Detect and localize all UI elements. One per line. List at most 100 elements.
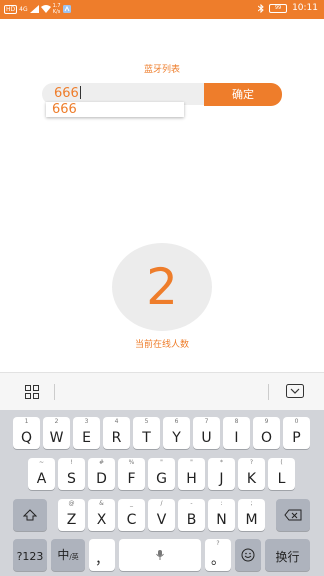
confirm-button[interactable]: 确定 <box>204 83 282 106</box>
keyboard-toolbar <box>0 372 324 411</box>
key-char: U <box>201 430 212 446</box>
keyboard-collapse-icon[interactable] <box>286 384 304 398</box>
key-j[interactable]: * J <box>208 458 235 490</box>
key-char: Y <box>172 430 181 446</box>
key-char: V <box>156 512 167 528</box>
speed-unit: K/s <box>52 9 61 15</box>
emoji-key[interactable] <box>235 539 261 571</box>
enter-key[interactable]: 换行 <box>265 539 310 571</box>
soft-keyboard: 1Q2W3E4R5T6Y7U8I9O0P ~ A! S # D% F " G " H * J? K(L … <box>0 410 324 576</box>
key-s[interactable]: ! S <box>58 458 85 490</box>
key-secondary-char: # <box>98 459 105 466</box>
online-count-label: 当前在线人数 <box>134 340 189 350</box>
key-v[interactable]: / V <box>148 499 175 531</box>
key-n[interactable]: :N <box>208 499 235 531</box>
key-e[interactable]: 3E <box>73 417 100 449</box>
numbers-key-label: ?123 <box>16 550 44 563</box>
key-char: E <box>82 430 91 446</box>
key-secondary-char: 3 <box>84 418 89 425</box>
key-secondary-char: 1 <box>24 418 29 425</box>
key-l[interactable]: (L <box>268 458 295 490</box>
bluetooth-icon <box>258 3 264 13</box>
language-key[interactable]: 中/英 <box>51 539 85 571</box>
emoji-icon <box>241 548 255 562</box>
key-secondary-char: * <box>220 459 223 466</box>
key-d[interactable]: # D <box>88 458 115 490</box>
comma-key-label: ， <box>95 552 109 568</box>
key-char: P <box>292 430 301 446</box>
toolbar-divider <box>268 384 269 400</box>
comma-key[interactable]: ， <box>89 539 115 571</box>
key-secondary-char: " <box>190 459 193 466</box>
key-secondary-char: ; <box>250 500 253 507</box>
key-secondary-char: 8 <box>234 418 239 425</box>
period-key-label: 。 <box>211 552 225 568</box>
network-speed: 1.7 K/s <box>53 3 61 15</box>
key-x[interactable]: & X <box>88 499 115 531</box>
key-char: G <box>156 471 167 487</box>
lang-en: /英 <box>69 553 79 561</box>
key-secondary-char: ? <box>249 459 254 466</box>
key-char: Q <box>20 430 33 446</box>
status-bar: HD 4G 1.7 K/s 99 10:11 <box>0 0 324 19</box>
key-u[interactable]: 7U <box>193 417 220 449</box>
shift-key[interactable] <box>13 499 47 531</box>
key-secondary-char: : <box>220 500 223 507</box>
key-char: K <box>246 471 257 487</box>
key-char: D <box>96 471 107 487</box>
lang-cn: 中 <box>57 548 70 562</box>
key-o[interactable]: 9O <box>253 417 280 449</box>
key-char: X <box>96 512 107 528</box>
key-k[interactable]: ? K <box>238 458 265 490</box>
toolbar-divider <box>54 384 55 400</box>
key-y[interactable]: 6Y <box>163 417 190 449</box>
key-z[interactable]: @ Z <box>58 499 85 531</box>
shift-icon <box>22 509 38 521</box>
key-secondary-char: @ <box>68 500 75 507</box>
key-w[interactable]: 2W <box>43 417 70 449</box>
signal-label: 4G <box>19 5 28 13</box>
key-g[interactable]: " G <box>148 458 175 490</box>
key-q[interactable]: 1Q <box>13 417 40 449</box>
key-secondary-char: 4 <box>114 418 119 425</box>
key-t[interactable]: 5T <box>133 417 160 449</box>
key-char: J <box>219 471 224 487</box>
key-c[interactable]: _ C <box>118 499 145 531</box>
key-f[interactable]: % F <box>118 458 145 490</box>
key-char: F <box>127 471 136 487</box>
key-secondary-char: ( <box>280 459 283 466</box>
key-r[interactable]: 4R <box>103 417 130 449</box>
key-char: W <box>49 430 64 446</box>
key-b[interactable]: -B <box>178 499 205 531</box>
backspace-key[interactable] <box>276 499 310 531</box>
key-p[interactable]: 0P <box>283 417 310 449</box>
key-secondary-char: 2 <box>54 418 59 425</box>
key-secondary-char: " <box>160 459 163 466</box>
numbers-key[interactable]: ?123 <box>13 539 47 571</box>
battery-indicator: 99 <box>269 3 288 13</box>
key-secondary-char: 6 <box>174 418 179 425</box>
page-title: 蓝牙列表 <box>143 65 180 75</box>
space-key[interactable] <box>119 539 201 571</box>
hd-badge: HD <box>4 4 18 14</box>
autocomplete-suggestion[interactable]: 666 <box>46 102 184 117</box>
key-secondary-char: ~ <box>38 459 45 466</box>
key-char: N <box>216 512 227 528</box>
key-secondary-char: / <box>160 500 163 507</box>
app-notification-icon <box>62 5 71 13</box>
key-m[interactable]: ; M <box>238 499 265 531</box>
period-key[interactable]: ? 。 <box>205 539 231 571</box>
key-char: C <box>126 512 137 528</box>
key-a[interactable]: ~ A <box>28 458 55 490</box>
key-char: O <box>260 430 273 446</box>
key-secondary-char: % <box>128 459 135 466</box>
backspace-icon <box>284 509 302 521</box>
wifi-icon <box>40 5 51 13</box>
key-h[interactable]: " H <box>178 458 205 490</box>
key-char: Z <box>66 512 77 528</box>
key-char: B <box>186 512 197 528</box>
key-i[interactable]: 8I <box>223 417 250 449</box>
key-secondary-char: 9 <box>264 418 269 425</box>
grid-icon[interactable] <box>25 385 39 399</box>
microphone-icon <box>156 550 164 560</box>
